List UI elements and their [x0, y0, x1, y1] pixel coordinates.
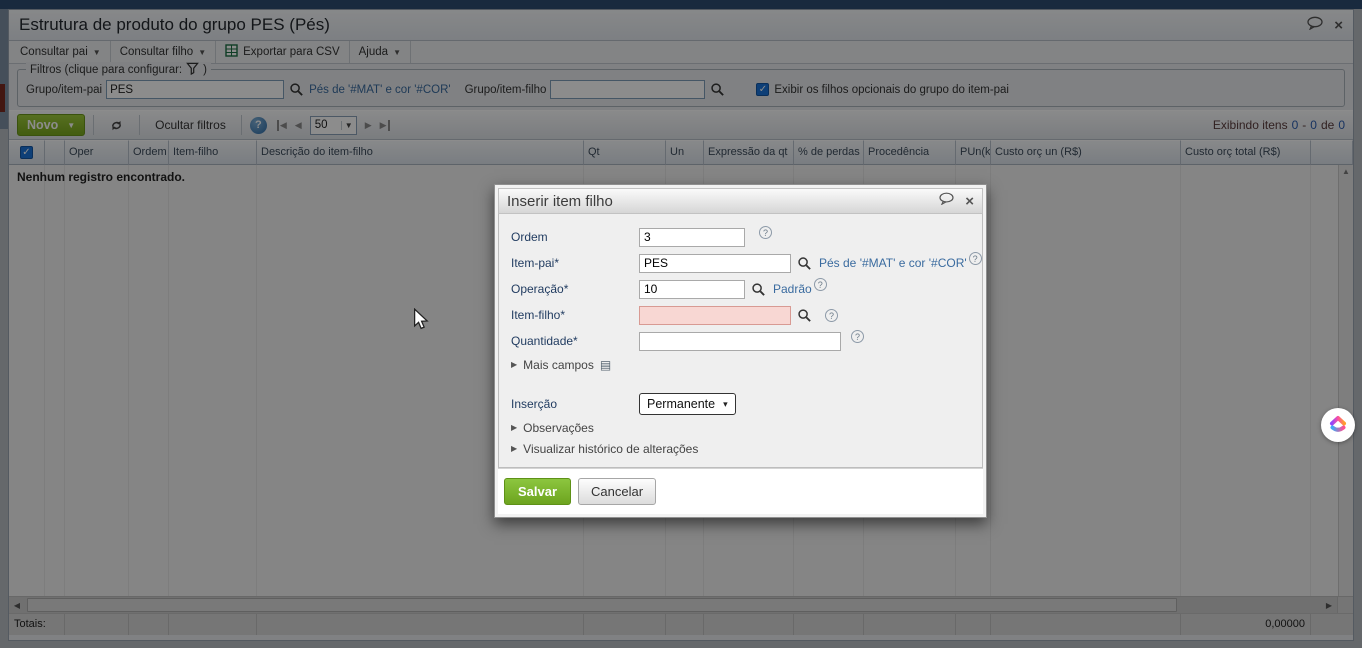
item-filho-field-row: Item-filho* ? — [511, 302, 970, 328]
comment-bubble-icon[interactable] — [938, 192, 955, 210]
operacao-input[interactable] — [639, 279, 745, 299]
dialog-titlebar: Inserir item filho × — [498, 188, 983, 214]
search-icon[interactable] — [797, 256, 812, 271]
help-icon[interactable]: ? — [759, 225, 772, 239]
dialog-footer: Salvar Cancelar — [498, 468, 983, 514]
mouse-cursor — [412, 307, 430, 335]
observacoes-toggle[interactable]: ▶ Observações — [511, 417, 970, 438]
quantidade-field-row: Quantidade* ? — [511, 328, 970, 354]
disclosure-icon: ▶ — [511, 360, 518, 369]
cancelar-button[interactable]: Cancelar — [578, 478, 657, 505]
historico-toggle[interactable]: ▶ Visualizar histórico de alterações — [511, 438, 970, 459]
help-icon[interactable]: ? — [851, 329, 864, 343]
item-pai-description: Pés de '#MAT' e cor '#COR' — [819, 256, 967, 270]
insercao-field-row: Inserção Permanente ▾ — [511, 391, 970, 417]
operacao-description: Padrão — [773, 282, 812, 296]
operacao-label: Operação* — [511, 282, 569, 296]
operacao-field-row: Operação* Padrão ? — [511, 276, 970, 302]
chevron-down-icon: ▾ — [723, 398, 728, 409]
dialog-body: Ordem ? Item-pai* Pés de '#MAT' e cor '#… — [498, 214, 983, 468]
dialog-title: Inserir item filho — [507, 192, 613, 210]
ordem-field-row: Ordem ? — [511, 224, 970, 250]
search-icon[interactable] — [751, 282, 766, 297]
item-pai-field-row: Item-pai* Pés de '#MAT' e cor '#COR' ? — [511, 250, 982, 276]
quantidade-input[interactable] — [639, 331, 841, 351]
help-icon[interactable]: ? — [825, 308, 838, 322]
salvar-button[interactable]: Salvar — [504, 478, 572, 505]
insercao-label: Inserção — [511, 397, 558, 411]
disclosure-icon: ▶ — [511, 423, 518, 432]
form-fields-icon: ▤ — [599, 357, 612, 372]
item-filho-label: Item-filho* — [511, 308, 566, 322]
close-icon[interactable]: × — [965, 194, 974, 209]
inserir-item-filho-dialog: Inserir item filho × Ordem ? Item-pai* P… — [494, 184, 987, 518]
ordem-label: Ordem — [511, 230, 548, 244]
item-pai-label: Item-pai* — [511, 256, 560, 270]
clickup-badge[interactable] — [1321, 408, 1355, 442]
help-icon[interactable]: ? — [968, 251, 982, 265]
search-icon[interactable] — [797, 308, 812, 323]
disclosure-icon: ▶ — [511, 444, 518, 453]
help-icon[interactable]: ? — [813, 277, 827, 291]
mais-campos-toggle[interactable]: ▶ Mais campos ▤ — [511, 354, 970, 375]
quantidade-label: Quantidade* — [511, 334, 578, 348]
insercao-select[interactable]: Permanente ▾ — [639, 393, 736, 415]
item-pai-input[interactable] — [639, 253, 791, 273]
item-filho-input[interactable] — [639, 305, 791, 325]
ordem-input[interactable] — [639, 227, 745, 247]
clickup-logo-icon — [1330, 416, 1346, 432]
